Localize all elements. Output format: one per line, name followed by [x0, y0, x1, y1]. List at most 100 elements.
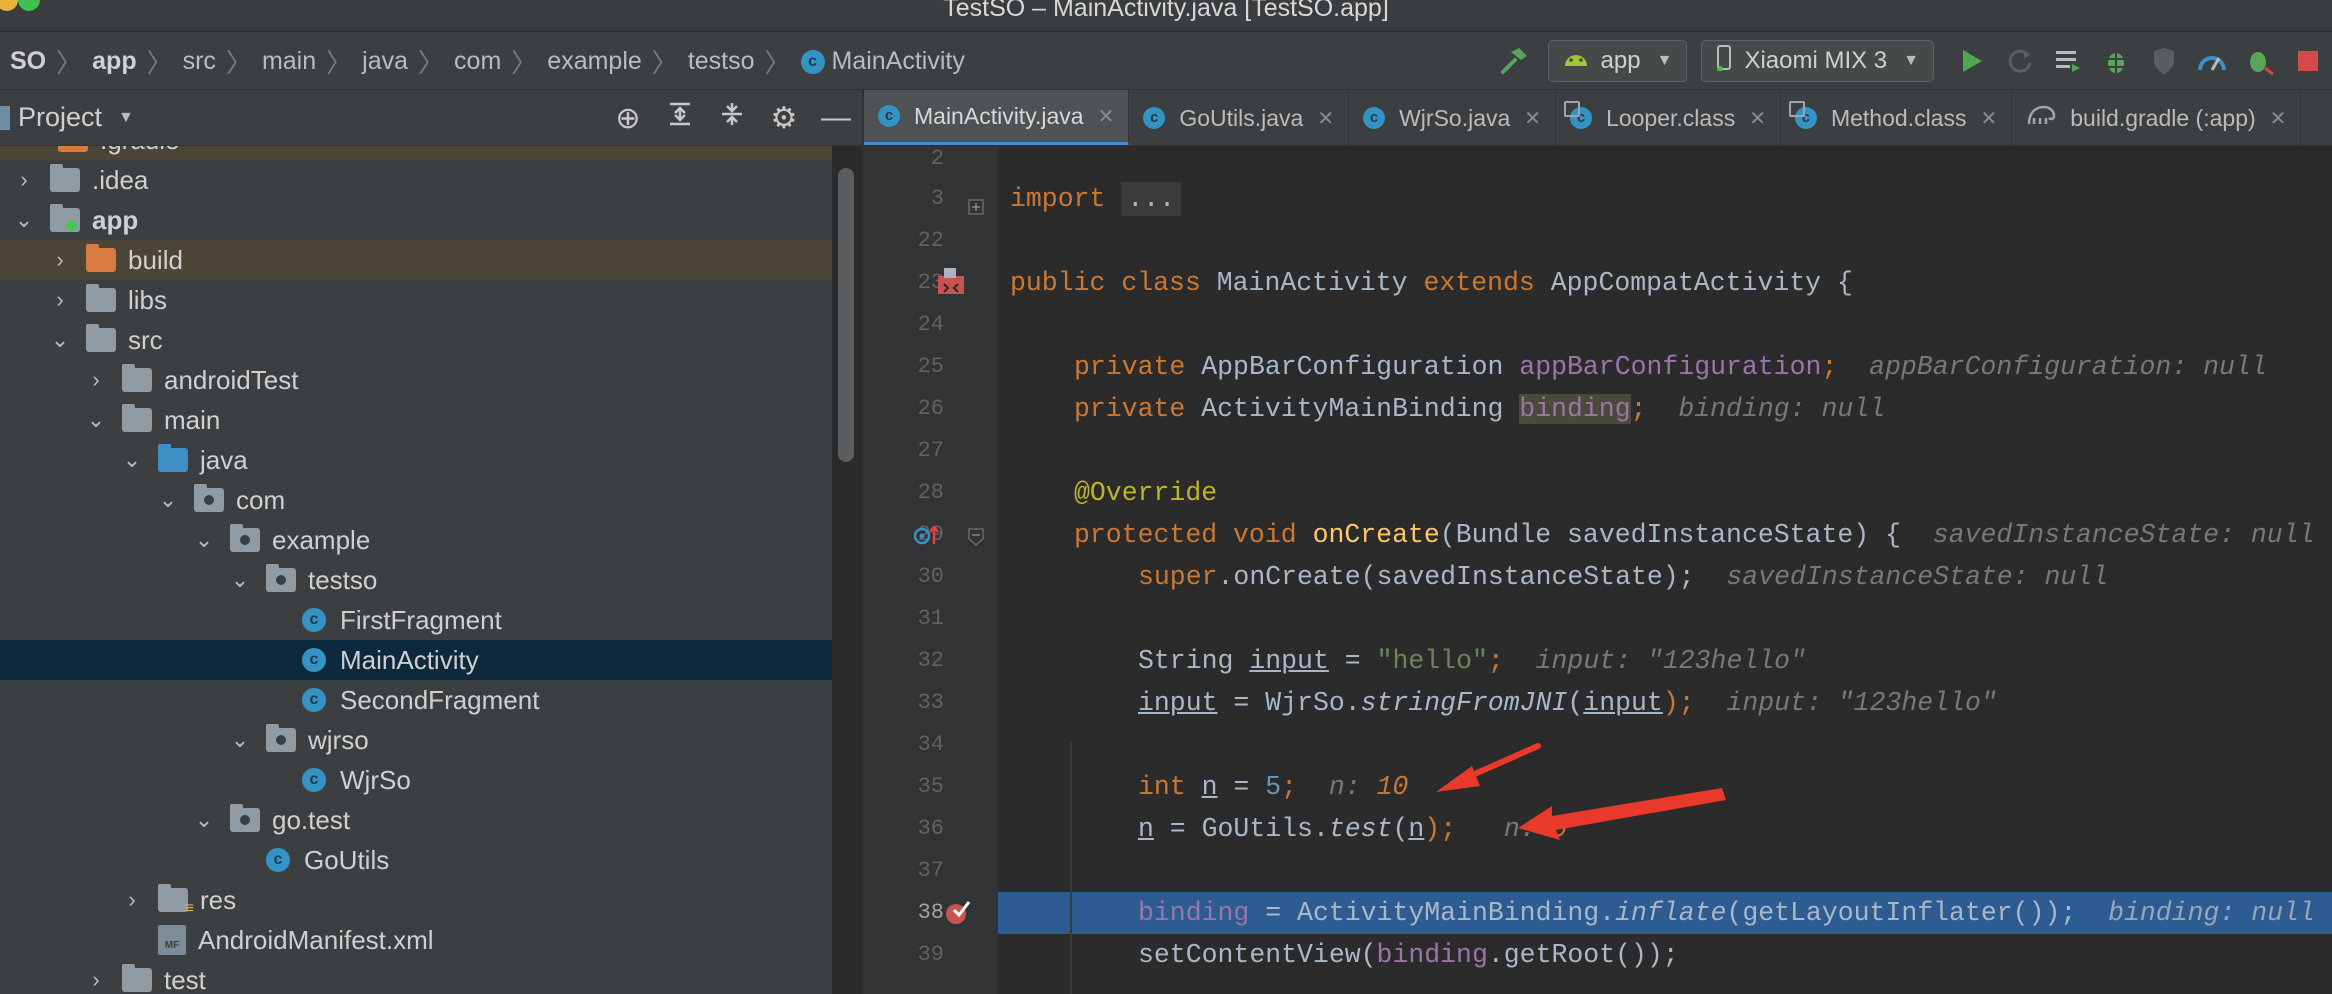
chevron-down-icon[interactable]: ⌄ [192, 807, 216, 833]
apply-changes-icon[interactable] [1996, 32, 2044, 90]
layout-preview-icon[interactable] [936, 266, 966, 302]
expand-all-icon[interactable] [654, 101, 706, 135]
code-line-25[interactable]: private AppBarConfiguration appBarConfig… [1074, 346, 2267, 388]
profiler-gauge-icon[interactable] [2188, 32, 2236, 90]
tree-item-main[interactable]: ⌄ main [0, 400, 832, 440]
chevron-down-icon[interactable]: ⌄ [48, 327, 72, 353]
tree-item-wjrso-class[interactable]: c WjrSo [0, 760, 832, 800]
project-panel-title[interactable]: Project [18, 102, 102, 133]
tree-item-androidtest[interactable]: › androidTest [0, 360, 832, 400]
chevron-down-icon[interactable]: ⌄ [12, 207, 36, 233]
tree-item-gradle[interactable]: › .gradle [0, 146, 832, 160]
chevron-right-icon[interactable]: › [84, 367, 108, 393]
code-line-36[interactable]: n = GoUtils.test(n); n: 0 [1138, 808, 1567, 850]
chevron-right-icon[interactable]: › [120, 887, 144, 913]
breakpoint-icon[interactable] [944, 898, 972, 932]
fold-collapse-icon[interactable] [968, 526, 984, 552]
tree-item-libs[interactable]: › libs [0, 280, 832, 320]
run-icon[interactable] [1948, 32, 1996, 90]
tree-item-build[interactable]: › build [0, 240, 832, 280]
code-line-29[interactable]: protected void onCreate(Bundle savedInst… [1074, 514, 2314, 556]
code-editor[interactable]: import ... public class MainActivity ext… [998, 146, 2332, 994]
folded-region[interactable]: ... [1121, 182, 1182, 216]
debug-bug-icon[interactable] [2092, 32, 2140, 90]
chevron-right-icon[interactable]: › [12, 167, 36, 193]
tree-item-testso[interactable]: ⌄ testso [0, 560, 832, 600]
code-line-26[interactable]: private ActivityMainBinding binding; bin… [1074, 388, 1885, 430]
breadcrumb-testso[interactable]: testso [678, 47, 765, 76]
tree-item-idea[interactable]: › .idea [0, 160, 832, 200]
chevron-down-icon[interactable]: ⌄ [84, 407, 108, 433]
tree-item-app[interactable]: ⌄ app [0, 200, 832, 240]
tab-goutils-java[interactable]: c GoUtils.java ✕ [1129, 90, 1350, 145]
chevron-down-icon[interactable]: ⌄ [228, 727, 252, 753]
editor-gutter[interactable]: 2 3 22 23 24 25 26 27 28 29 30 31 32 33 … [864, 146, 998, 994]
code-line-38[interactable]: binding = ActivityMainBinding.inflate(ge… [1138, 892, 2315, 934]
chevron-right-icon[interactable]: › [48, 247, 72, 273]
close-icon[interactable]: ✕ [1317, 106, 1334, 131]
device-select[interactable]: Xiaomi MIX 3 ▼ [1701, 40, 1934, 82]
code-line-32[interactable]: String input = "hello"; input: "123hello… [1138, 640, 1806, 682]
code-line-23[interactable]: public class MainActivity extends AppCom… [1010, 262, 1853, 304]
close-icon[interactable]: ✕ [1749, 106, 1766, 131]
collapse-all-icon[interactable] [706, 101, 758, 135]
gear-icon[interactable]: ⚙ [758, 101, 810, 136]
tree-item-test[interactable]: › test [0, 960, 832, 994]
tree-item-go-test[interactable]: ⌄ go.test [0, 800, 832, 840]
breadcrumb-mainactivity[interactable]: c MainActivity [791, 47, 975, 76]
tree-item-res[interactable]: › res [0, 880, 832, 920]
chevron-right-icon[interactable]: › [48, 287, 72, 313]
stop-icon[interactable] [2284, 32, 2332, 90]
tree-item-wjrso[interactable]: ⌄ wjrso [0, 720, 832, 760]
breadcrumb-project[interactable]: SO [0, 47, 56, 76]
breadcrumb-java[interactable]: java [352, 47, 418, 76]
breadcrumb-com[interactable]: com [444, 47, 511, 76]
locate-target-icon[interactable]: ⊕ [602, 101, 654, 136]
chevron-down-icon[interactable]: ⌄ [156, 487, 180, 513]
override-marker-icon[interactable] [912, 522, 942, 554]
run-configuration-select[interactable]: app ▼ [1547, 40, 1688, 82]
run-list-icon[interactable] [2044, 32, 2092, 90]
coverage-shield-icon[interactable] [2140, 32, 2188, 90]
tab-method-class[interactable]: c Method.class ✕ [1781, 90, 2013, 145]
tree-item-firstfragment[interactable]: c FirstFragment [0, 600, 832, 640]
chevron-down-icon[interactable]: ⌄ [192, 527, 216, 553]
code-line-33[interactable]: input = WjrSo.stringFromJNI(input); inpu… [1138, 682, 1997, 724]
chevron-right-icon[interactable]: › [20, 146, 44, 153]
code-line-39[interactable]: setContentView(binding.getRoot()); [1138, 934, 1679, 976]
build-hammer-icon[interactable] [1490, 32, 1538, 90]
chevron-down-icon[interactable]: ⌄ [228, 567, 252, 593]
chevron-right-icon[interactable]: › [84, 967, 108, 993]
tab-build-gradle[interactable]: build.gradle (:app) ✕ [2012, 90, 2302, 145]
close-icon[interactable]: ✕ [1980, 106, 1997, 131]
code-line-28[interactable]: @Override [1074, 472, 1217, 514]
navigation-bar: SO 〉 app 〉 src 〉 main 〉 java 〉 com 〉 exa… [0, 32, 2332, 90]
chevron-down-icon[interactable]: ⌄ [120, 447, 144, 473]
tree-item-androidmanifest[interactable]: MF AndroidManifest.xml [0, 920, 832, 960]
tree-item-src[interactable]: ⌄ src [0, 320, 832, 360]
attach-debugger-icon[interactable] [2236, 32, 2284, 90]
code-token: ( [1567, 688, 1584, 718]
tree-item-goutils[interactable]: c GoUtils [0, 840, 832, 880]
code-line-35[interactable]: int n = 5; n: 10 [1138, 766, 1408, 808]
code-line-30[interactable]: super.onCreate(savedInstanceState); save… [1138, 556, 2108, 598]
fold-expand-icon[interactable] [968, 195, 984, 221]
close-icon[interactable]: ✕ [1524, 106, 1541, 131]
code-line-3[interactable]: import ... [1010, 178, 1182, 220]
breadcrumb-module[interactable]: app [82, 47, 146, 76]
tree-item-mainactivity[interactable]: c MainActivity [0, 640, 832, 680]
project-tree-scrollbar[interactable] [838, 168, 854, 462]
breadcrumb-main[interactable]: main [252, 47, 326, 76]
dropdown-arrow-icon[interactable]: ▼ [118, 109, 134, 127]
tree-item-com[interactable]: ⌄ com [0, 480, 832, 520]
tree-item-secondfragment[interactable]: c SecondFragment [0, 680, 832, 720]
tab-wjrso-java[interactable]: c WjrSo.java ✕ [1349, 90, 1557, 145]
hide-panel-icon[interactable]: — [810, 101, 862, 135]
tree-item-example[interactable]: ⌄ example [0, 520, 832, 560]
close-icon[interactable]: ✕ [1098, 104, 1115, 129]
close-icon[interactable]: ✕ [2270, 106, 2287, 131]
breadcrumb-example[interactable]: example [537, 47, 652, 76]
breadcrumb-src[interactable]: src [173, 47, 226, 76]
tree-item-java[interactable]: ⌄ java [0, 440, 832, 480]
tab-looper-class[interactable]: c Looper.class ✕ [1556, 90, 1781, 145]
